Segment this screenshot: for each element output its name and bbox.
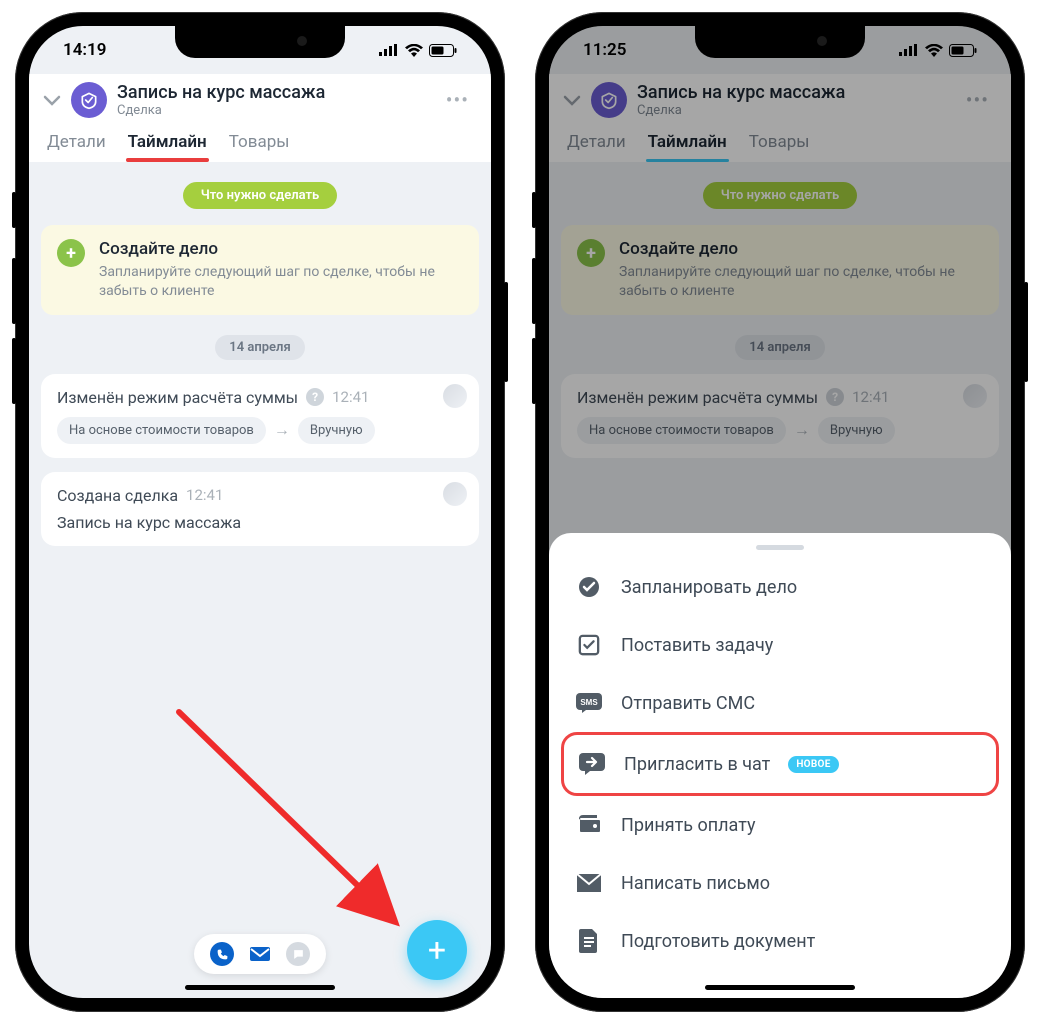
sheet-item-task[interactable]: Поставить задачу — [549, 616, 1011, 674]
phone-icon[interactable] — [210, 942, 234, 966]
sheet-item-letter[interactable]: Написать письмо — [549, 854, 1011, 912]
sheet-item-invite-chat[interactable]: Пригласить в чат НОВОЕ — [564, 735, 996, 793]
sheet-item-document[interactable]: Подготовить документ — [549, 912, 1011, 970]
wallet-icon — [575, 811, 603, 839]
sheet-label: Написать письмо — [621, 873, 770, 894]
event-card-calc[interactable]: Изменён режим расчёта суммы ? 12:41 На о… — [41, 374, 479, 458]
side-button — [12, 338, 16, 404]
action-sheet: Запланировать дело Поставить задачу SMS … — [549, 533, 1011, 998]
sheet-label: Поставить задачу — [621, 635, 773, 656]
sheet-handle[interactable] — [756, 545, 804, 550]
event-card-created[interactable]: Создана сделка 12:41 Запись на курс масс… — [41, 472, 479, 546]
battery-icon — [429, 44, 457, 57]
event-time: 12:41 — [186, 486, 223, 504]
tab-details[interactable]: Детали — [47, 132, 106, 162]
help-icon[interactable]: ? — [306, 388, 324, 406]
deal-icon — [71, 82, 107, 118]
sheet-item-sms[interactable]: SMS Отправить СМС — [549, 674, 1011, 732]
side-button — [12, 258, 16, 324]
notch — [695, 26, 865, 58]
chat-arrow-icon — [578, 750, 606, 778]
phone-left: 14:19 Запись на курс массажа Сделка • — [15, 12, 505, 1012]
tab-products[interactable]: Товары — [229, 132, 290, 162]
create-activity-card[interactable]: + Создайте дело Запланируйте следующий ш… — [41, 225, 479, 315]
svg-text:SMS: SMS — [580, 698, 598, 707]
home-indicator[interactable] — [185, 985, 335, 990]
event-title: Изменён режим расчёта суммы — [57, 388, 298, 407]
wifi-icon — [405, 44, 423, 57]
notch — [175, 26, 345, 58]
create-desc: Запланируйте следующий шаг по сделке, чт… — [99, 263, 463, 301]
user-avatar-icon — [443, 482, 467, 506]
status-time: 14:19 — [63, 40, 106, 60]
event-body: Запись на курс массажа — [57, 513, 463, 532]
document-icon — [575, 927, 603, 955]
deal-subtitle: Сделка — [117, 103, 325, 118]
sheet-label: Принять оплату — [621, 815, 755, 836]
event-time: 12:41 — [332, 388, 369, 406]
user-avatar-icon — [443, 384, 467, 408]
date-pill: 14 апреля — [215, 335, 304, 360]
side-button — [504, 282, 508, 382]
more-button[interactable]: ••• — [438, 84, 477, 116]
quick-actions-pill — [194, 934, 326, 974]
side-button — [1024, 282, 1028, 382]
create-title: Создайте дело — [99, 239, 463, 259]
tab-timeline[interactable]: Таймлайн — [128, 132, 207, 162]
side-button — [532, 192, 536, 228]
chat-icon[interactable] — [286, 942, 310, 966]
back-chevron-icon[interactable] — [43, 91, 61, 110]
mail-icon[interactable] — [248, 942, 272, 966]
event-title: Создана сделка — [57, 486, 178, 505]
sheet-label: Пригласить в чат — [624, 754, 770, 775]
sheet-item-payment[interactable]: Принять оплату — [549, 796, 1011, 854]
checkbox-icon — [575, 631, 603, 659]
todo-pill: Что нужно сделать — [183, 182, 338, 209]
chip-from: На основе стоимости товаров — [57, 417, 266, 444]
new-badge: НОВОЕ — [788, 756, 838, 773]
annotation-arrow-icon — [159, 692, 419, 952]
sms-icon: SMS — [575, 689, 603, 717]
sheet-label: Запланировать дело — [621, 577, 797, 598]
check-circle-icon — [575, 573, 603, 601]
sheet-label: Отправить СМС — [621, 693, 755, 714]
side-button — [532, 258, 536, 324]
chip-to: Вручную — [298, 417, 375, 444]
deal-title: Запись на курс массажа — [117, 82, 325, 103]
side-button — [12, 192, 16, 228]
fab-add-button[interactable]: + — [407, 920, 467, 980]
home-indicator[interactable] — [705, 985, 855, 990]
arrow-icon: → — [274, 420, 290, 440]
plus-icon: + — [57, 239, 85, 267]
envelope-icon — [575, 869, 603, 897]
sheet-item-plan[interactable]: Запланировать дело — [549, 558, 1011, 616]
sheet-label: Подготовить документ — [621, 931, 815, 952]
highlight-annotation: Пригласить в чат НОВОЕ — [561, 732, 999, 796]
timeline-content: Что нужно сделать + Создайте дело Заплан… — [29, 162, 491, 998]
side-button — [532, 338, 536, 404]
phone-right: 11:25 Запись на курс массажа Сделка • — [535, 12, 1025, 1012]
signal-icon — [379, 44, 399, 56]
deal-header: Запись на курс массажа Сделка ••• Детали… — [29, 74, 491, 162]
